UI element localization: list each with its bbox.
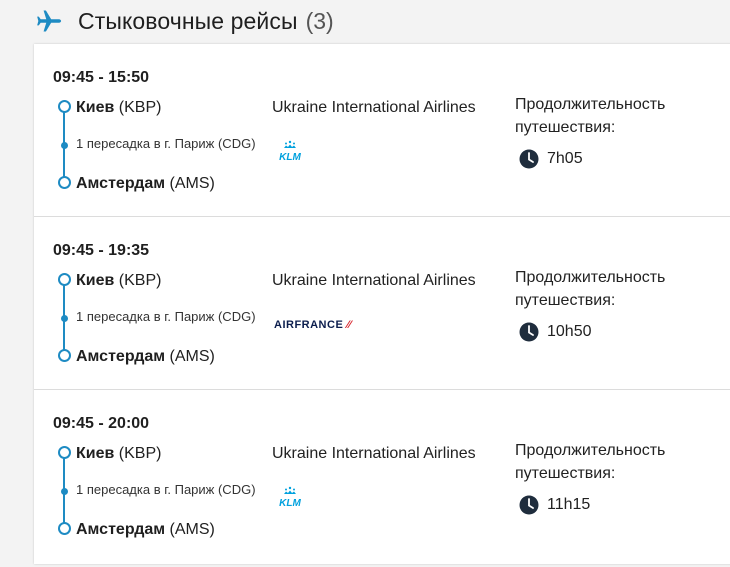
origin-marker (58, 100, 71, 113)
origin-city-name: Киев (76, 445, 115, 462)
destination-airport-code: (AMS) (169, 175, 215, 192)
section-header: Стыковочные рейсы (3) (36, 6, 334, 36)
origin-city-name: Киев (76, 272, 115, 289)
origin-city: Киев (KBP) (76, 445, 161, 463)
origin-marker (58, 446, 71, 459)
destination-city-name: Амстердам (76, 175, 166, 192)
destination-marker (58, 176, 71, 189)
destination-city-name: Амстердам (76, 521, 166, 538)
clock-icon (519, 322, 539, 342)
origin-airport-code: (KBP) (118, 99, 162, 116)
origin-city: Киев (KBP) (76, 272, 161, 290)
destination-city: Амстердам (AMS) (76, 521, 215, 539)
origin-marker (58, 273, 71, 286)
duration-value: 10h50 (547, 323, 592, 340)
stopover-info: 1 пересадка в г. Париж (CDG) (76, 482, 256, 497)
airfrance-stripe-icon: ⁄⁄ (343, 319, 352, 331)
flight-card[interactable]: 09:45 - 20:00 Киев (KBP) 1 пересадка в г… (34, 390, 730, 562)
destination-city: Амстердам (AMS) (76, 348, 215, 366)
stopover-marker (61, 488, 68, 495)
duration-value: 11h15 (547, 496, 591, 513)
klm-logo: KLM (272, 486, 308, 508)
airline-name: Ukraine International Airlines (272, 445, 476, 462)
destination-city-name: Амстердам (76, 348, 166, 365)
svg-text:KLM: KLM (279, 498, 301, 508)
stopover-info: 1 пересадка в г. Париж (CDG) (76, 136, 256, 151)
stopover-info: 1 пересадка в г. Париж (CDG) (76, 309, 256, 324)
stopover-marker (61, 315, 68, 322)
duration-label: Продолжительность путешествия: (515, 269, 666, 309)
flight-time: 09:45 - 20:00 (53, 415, 150, 432)
airline-name: Ukraine International Airlines (272, 272, 476, 289)
destination-marker (58, 522, 71, 535)
duration: 10h50 (519, 322, 592, 342)
section-title: Стыковочные рейсы (78, 7, 298, 34)
duration: 11h15 (519, 495, 590, 515)
flight-results-list: 09:45 - 15:50 Киев (KBP) 1 пересадка в г… (34, 44, 730, 564)
origin-airport-code: (KBP) (118, 445, 162, 462)
flight-card[interactable]: 09:45 - 19:35 Киев (KBP) 1 пересадка в г… (34, 217, 730, 390)
klm-logo: KLM (272, 140, 308, 162)
svg-text:KLM: KLM (279, 152, 301, 162)
flight-time: 09:45 - 19:35 (53, 242, 150, 259)
duration: 7h05 (519, 149, 583, 169)
flight-time: 09:45 - 15:50 (53, 69, 150, 86)
airfrance-logo-text: AIRFRANCE (274, 319, 344, 331)
destination-airport-code: (AMS) (169, 348, 215, 365)
destination-marker (58, 349, 71, 362)
origin-city: Киев (KBP) (76, 99, 161, 117)
duration-label: Продолжительность путешествия: (515, 96, 666, 136)
destination-city: Амстердам (AMS) (76, 175, 215, 193)
clock-icon (519, 495, 539, 515)
airline-name: Ukraine International Airlines (272, 99, 476, 116)
plane-icon (36, 7, 64, 35)
origin-city-name: Киев (76, 99, 115, 116)
result-count: (3) (305, 7, 334, 34)
duration-label: Продолжительность путешествия: (515, 442, 666, 482)
stopover-marker (61, 142, 68, 149)
flight-card[interactable]: 09:45 - 15:50 Киев (KBP) 1 пересадка в г… (34, 44, 730, 217)
destination-airport-code: (AMS) (169, 521, 215, 538)
duration-value: 7h05 (547, 150, 583, 167)
origin-airport-code: (KBP) (118, 272, 162, 289)
clock-icon (519, 149, 539, 169)
airfrance-logo: AIRFRANCE ⁄⁄ (274, 319, 352, 331)
